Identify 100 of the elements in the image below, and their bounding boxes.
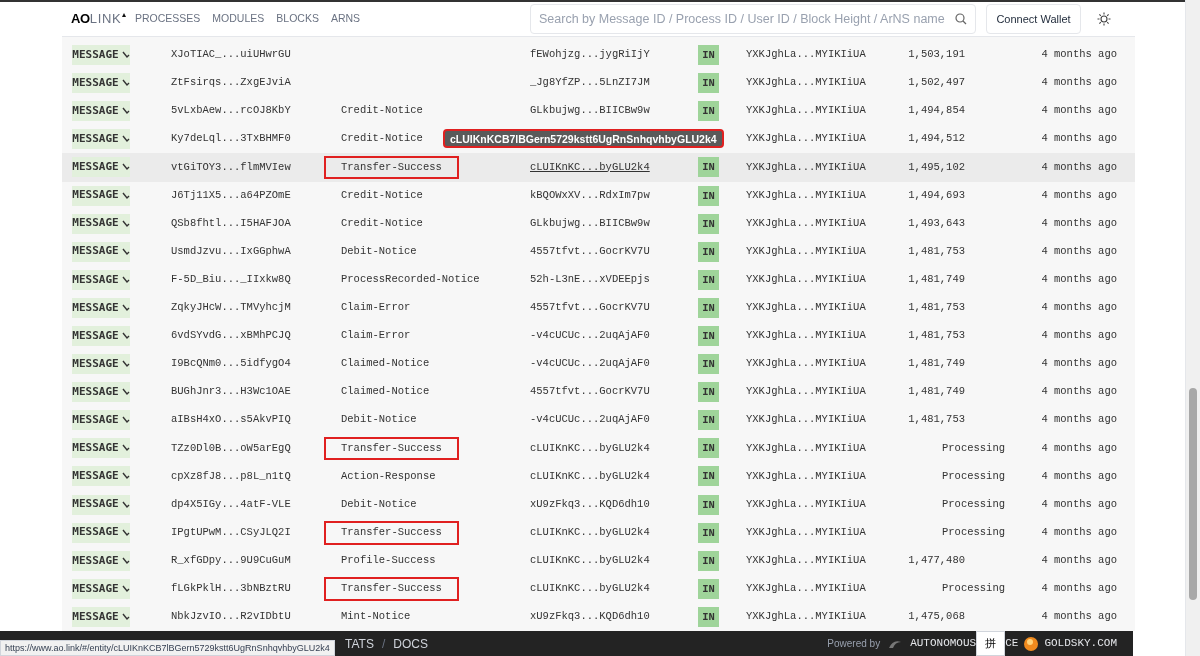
type-badge[interactable]: MESSAGE	[72, 466, 130, 487]
process-link[interactable]: YXKJghLa...MYIKIiUA	[746, 384, 886, 401]
process-link[interactable]: cLUIKnKC...byGLU2k4	[530, 552, 698, 569]
block-link[interactable]: 1,494,854	[886, 103, 1005, 120]
message-id-link[interactable]: 5vLxbAew...rcOJ8KbY	[171, 103, 339, 120]
type-badge[interactable]: MESSAGE	[72, 382, 130, 403]
process-link[interactable]: cLUIKnKC...byGLU2k4	[530, 524, 698, 541]
type-badge[interactable]: MESSAGE	[72, 45, 130, 66]
process-link[interactable]: 52h-L3nE...xVDEEpjs	[530, 271, 698, 288]
message-id-link[interactable]: BUGhJnr3...H3Wc1OAE	[171, 384, 339, 401]
process-link[interactable]: YXKJghLa...MYIKIiUA	[746, 440, 886, 457]
footer-link[interactable]: DOCS	[393, 634, 428, 653]
process-link[interactable]: -v4cUCUc...2uqAjAF0	[530, 412, 698, 429]
block-link[interactable]: 1,502,497	[886, 75, 1005, 92]
message-id-link[interactable]: J6Tj11X5...a64PZOmE	[171, 187, 339, 204]
type-badge[interactable]: MESSAGE	[72, 326, 130, 346]
message-id-link[interactable]: 6vdSYvdG...xBMhPCJQ	[171, 328, 339, 344]
process-link[interactable]: _Jg8YfZP...5LnZI7JM	[530, 75, 698, 92]
message-id-link[interactable]: NbkJzvIO...R2vIDbtU	[171, 609, 339, 625]
process-link[interactable]: 4557tfvt...GocrKV7U	[530, 384, 698, 401]
message-id-link[interactable]: ZtFsirqs...ZxgEJviA	[171, 75, 339, 92]
block-link[interactable]: 1,481,753	[886, 300, 1005, 316]
brand-link[interactable]: GOLDSKY.COM	[1044, 635, 1117, 652]
process-link[interactable]: YXKJghLa...MYIKIiUA	[746, 328, 886, 344]
message-id-link[interactable]: I9BcQNm0...5idfygO4	[171, 356, 339, 372]
block-link[interactable]: 1,494,512	[886, 131, 1005, 148]
block-link[interactable]: 1,493,643	[886, 215, 1005, 232]
process-link[interactable]: -v4cUCUc...2uqAjAF0	[530, 328, 698, 344]
process-link[interactable]: cLUIKnKC...byGLU2k4	[530, 440, 698, 457]
message-id-link[interactable]: UsmdJzvu...IxGGphwA	[171, 243, 339, 260]
brand-link[interactable]: AUTONOMOUS	[910, 635, 977, 652]
process-link[interactable]: YXKJghLa...MYIKIiUA	[746, 131, 886, 148]
message-id-link[interactable]: cpXz8fJ8...p8L_n1tQ	[171, 468, 339, 485]
process-link[interactable]: xU9zFkq3...KQD6dh10	[530, 609, 698, 625]
process-link[interactable]: cLUIKnKC...byGLU2k4	[530, 581, 698, 597]
process-link[interactable]: cLUIKnKC...byGLU2k4	[530, 159, 698, 176]
process-link[interactable]: YXKJghLa...MYIKIiUA	[746, 581, 886, 597]
process-link[interactable]: 4557tfvt...GocrKV7U	[530, 300, 698, 316]
type-badge[interactable]: MESSAGE	[72, 101, 130, 122]
scrollbar[interactable]	[1185, 0, 1200, 656]
type-badge[interactable]: MESSAGE	[72, 522, 130, 543]
connect-wallet-button[interactable]: Connect Wallet	[986, 4, 1081, 34]
message-id-link[interactable]: R_xfGDpy...9U9CuGuM	[171, 552, 339, 569]
process-link[interactable]: YXKJghLa...MYIKIiUA	[746, 300, 886, 316]
process-link[interactable]: YXKJghLa...MYIKIiUA	[746, 496, 886, 513]
nav-link[interactable]: ARNS	[330, 11, 361, 27]
type-badge[interactable]: MESSAGE	[72, 297, 130, 318]
logo[interactable]: AOLINK	[71, 9, 135, 29]
type-badge[interactable]: MESSAGE	[72, 550, 130, 571]
process-link[interactable]: GLkbujwg...BIICBw9w	[530, 103, 698, 120]
block-link[interactable]: 1,481,749	[886, 384, 1005, 401]
block-link[interactable]: 1,494,693	[886, 187, 1005, 204]
message-id-link[interactable]: ZqkyJHcW...TMVyhcjM	[171, 300, 339, 316]
process-link[interactable]: YXKJghLa...MYIKIiUA	[746, 468, 886, 485]
process-link[interactable]: GLkbujwg...BIICBw9w	[530, 215, 698, 232]
brand-link[interactable]: CE	[1005, 635, 1019, 652]
process-link[interactable]: kBQOWxXV...RdxIm7pw	[530, 187, 698, 204]
type-badge[interactable]: MESSAGE	[72, 269, 130, 290]
process-link[interactable]: YXKJghLa...MYIKIiUA	[746, 215, 886, 232]
process-link[interactable]: YXKJghLa...MYIKIiUA	[746, 609, 886, 625]
type-badge[interactable]: MESSAGE	[72, 410, 130, 431]
process-link[interactable]: YXKJghLa...MYIKIiUA	[746, 187, 886, 204]
block-link[interactable]: 1,481,749	[886, 356, 1005, 372]
process-link[interactable]: YXKJghLa...MYIKIiUA	[746, 75, 886, 92]
block-link[interactable]: 1,481,753	[886, 243, 1005, 260]
block-link[interactable]: 1,481,749	[886, 271, 1005, 288]
block-link[interactable]: 1,475,068	[886, 609, 1005, 625]
message-id-link[interactable]: QSb8fhtl...I5HAFJOA	[171, 215, 339, 232]
nav-link[interactable]: BLOCKS	[276, 11, 319, 27]
type-badge[interactable]: MESSAGE	[72, 73, 130, 94]
type-badge[interactable]: MESSAGE	[72, 213, 130, 234]
block-link[interactable]: 1,481,753	[886, 328, 1005, 344]
footer-link[interactable]: TATS	[345, 634, 374, 653]
process-link[interactable]: fEWohjzg...jygRiIjY	[530, 47, 698, 63]
message-id-link[interactable]: Ky7deLql...3TxBHMF0	[171, 131, 339, 148]
process-link[interactable]: YXKJghLa...MYIKIiUA	[746, 103, 886, 120]
process-link[interactable]: YXKJghLa...MYIKIiUA	[746, 356, 886, 372]
process-link[interactable]: 4557tfvt...GocrKV7U	[530, 243, 698, 260]
type-badge[interactable]: MESSAGE	[72, 185, 130, 206]
type-badge[interactable]: MESSAGE	[72, 494, 130, 515]
process-link[interactable]: YXKJghLa...MYIKIiUA	[746, 47, 886, 63]
block-link[interactable]: 1,481,753	[886, 412, 1005, 429]
process-link[interactable]: xU9zFkq3...KQD6dh10	[530, 496, 698, 513]
process-link[interactable]: -v4cUCUc...2uqAjAF0	[530, 356, 698, 372]
type-badge[interactable]: MESSAGE	[72, 241, 130, 262]
nav-link[interactable]: MODULES	[212, 11, 265, 27]
message-id-link[interactable]: aIBsH4xO...s5AkvPIQ	[171, 412, 339, 429]
process-link[interactable]: YXKJghLa...MYIKIiUA	[746, 159, 886, 176]
process-link[interactable]: YXKJghLa...MYIKIiUA	[746, 243, 886, 260]
block-link[interactable]: 1,477,480	[886, 552, 1005, 569]
block-link[interactable]: 1,503,191	[886, 47, 1005, 63]
process-link[interactable]: cLUIKnKC...byGLU2k4	[530, 468, 698, 485]
type-badge[interactable]: MESSAGE	[72, 606, 130, 627]
message-id-link[interactable]: dp4X5IGy...4atF-VLE	[171, 496, 339, 513]
ime-indicator[interactable]: 拼	[976, 631, 1006, 656]
search-field[interactable]: Search by Message ID / Process ID / User ID / Block Height / ArNS name	[530, 4, 976, 34]
type-badge[interactable]: MESSAGE	[72, 157, 130, 178]
type-badge[interactable]: MESSAGE	[72, 578, 130, 599]
theme-toggle-icon[interactable]	[1097, 12, 1111, 26]
process-link[interactable]: YXKJghLa...MYIKIiUA	[746, 524, 886, 541]
